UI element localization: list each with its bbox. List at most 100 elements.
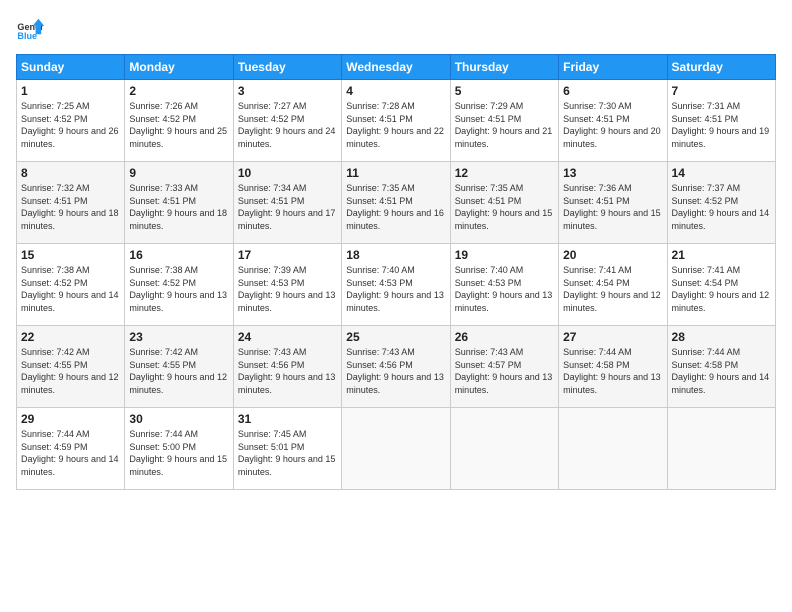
day-info: Sunrise: 7:26 AMSunset: 4:52 PMDaylight:… bbox=[129, 101, 227, 149]
day-header-friday: Friday bbox=[559, 55, 667, 80]
svg-text:Blue: Blue bbox=[17, 31, 37, 41]
day-cell: 26 Sunrise: 7:43 AMSunset: 4:57 PMDaylig… bbox=[450, 326, 558, 408]
day-info: Sunrise: 7:40 AMSunset: 4:53 PMDaylight:… bbox=[455, 265, 553, 313]
day-number: 22 bbox=[21, 330, 120, 344]
day-cell: 1 Sunrise: 7:25 AMSunset: 4:52 PMDayligh… bbox=[17, 80, 125, 162]
week-row-2: 8 Sunrise: 7:32 AMSunset: 4:51 PMDayligh… bbox=[17, 162, 776, 244]
day-info: Sunrise: 7:43 AMSunset: 4:56 PMDaylight:… bbox=[346, 347, 444, 395]
day-header-monday: Monday bbox=[125, 55, 233, 80]
day-number: 11 bbox=[346, 166, 445, 180]
day-cell bbox=[342, 408, 450, 490]
day-info: Sunrise: 7:36 AMSunset: 4:51 PMDaylight:… bbox=[563, 183, 661, 231]
day-info: Sunrise: 7:32 AMSunset: 4:51 PMDaylight:… bbox=[21, 183, 119, 231]
day-info: Sunrise: 7:42 AMSunset: 4:55 PMDaylight:… bbox=[129, 347, 227, 395]
day-info: Sunrise: 7:35 AMSunset: 4:51 PMDaylight:… bbox=[346, 183, 444, 231]
day-cell: 11 Sunrise: 7:35 AMSunset: 4:51 PMDaylig… bbox=[342, 162, 450, 244]
day-cell: 31 Sunrise: 7:45 AMSunset: 5:01 PMDaylig… bbox=[233, 408, 341, 490]
day-number: 1 bbox=[21, 84, 120, 98]
day-cell: 27 Sunrise: 7:44 AMSunset: 4:58 PMDaylig… bbox=[559, 326, 667, 408]
day-info: Sunrise: 7:44 AMSunset: 4:58 PMDaylight:… bbox=[563, 347, 661, 395]
day-cell: 17 Sunrise: 7:39 AMSunset: 4:53 PMDaylig… bbox=[233, 244, 341, 326]
day-number: 27 bbox=[563, 330, 662, 344]
day-cell: 18 Sunrise: 7:40 AMSunset: 4:53 PMDaylig… bbox=[342, 244, 450, 326]
day-info: Sunrise: 7:43 AMSunset: 4:56 PMDaylight:… bbox=[238, 347, 336, 395]
day-number: 28 bbox=[672, 330, 771, 344]
day-cell bbox=[450, 408, 558, 490]
day-number: 19 bbox=[455, 248, 554, 262]
day-number: 30 bbox=[129, 412, 228, 426]
day-info: Sunrise: 7:35 AMSunset: 4:51 PMDaylight:… bbox=[455, 183, 553, 231]
day-cell: 29 Sunrise: 7:44 AMSunset: 4:59 PMDaylig… bbox=[17, 408, 125, 490]
day-info: Sunrise: 7:31 AMSunset: 4:51 PMDaylight:… bbox=[672, 101, 770, 149]
day-header-wednesday: Wednesday bbox=[342, 55, 450, 80]
day-info: Sunrise: 7:39 AMSunset: 4:53 PMDaylight:… bbox=[238, 265, 336, 313]
day-info: Sunrise: 7:41 AMSunset: 4:54 PMDaylight:… bbox=[563, 265, 661, 313]
day-cell: 20 Sunrise: 7:41 AMSunset: 4:54 PMDaylig… bbox=[559, 244, 667, 326]
day-cell: 4 Sunrise: 7:28 AMSunset: 4:51 PMDayligh… bbox=[342, 80, 450, 162]
day-number: 23 bbox=[129, 330, 228, 344]
day-info: Sunrise: 7:44 AMSunset: 4:59 PMDaylight:… bbox=[21, 429, 119, 477]
day-number: 14 bbox=[672, 166, 771, 180]
day-header-saturday: Saturday bbox=[667, 55, 775, 80]
day-cell: 13 Sunrise: 7:36 AMSunset: 4:51 PMDaylig… bbox=[559, 162, 667, 244]
day-header-thursday: Thursday bbox=[450, 55, 558, 80]
day-number: 31 bbox=[238, 412, 337, 426]
day-cell: 30 Sunrise: 7:44 AMSunset: 5:00 PMDaylig… bbox=[125, 408, 233, 490]
day-info: Sunrise: 7:29 AMSunset: 4:51 PMDaylight:… bbox=[455, 101, 553, 149]
calendar-body: 1 Sunrise: 7:25 AMSunset: 4:52 PMDayligh… bbox=[17, 80, 776, 490]
day-info: Sunrise: 7:25 AMSunset: 4:52 PMDaylight:… bbox=[21, 101, 119, 149]
day-cell: 21 Sunrise: 7:41 AMSunset: 4:54 PMDaylig… bbox=[667, 244, 775, 326]
day-info: Sunrise: 7:44 AMSunset: 5:00 PMDaylight:… bbox=[129, 429, 227, 477]
day-number: 3 bbox=[238, 84, 337, 98]
day-cell: 19 Sunrise: 7:40 AMSunset: 4:53 PMDaylig… bbox=[450, 244, 558, 326]
day-cell: 5 Sunrise: 7:29 AMSunset: 4:51 PMDayligh… bbox=[450, 80, 558, 162]
day-info: Sunrise: 7:27 AMSunset: 4:52 PMDaylight:… bbox=[238, 101, 336, 149]
day-cell: 8 Sunrise: 7:32 AMSunset: 4:51 PMDayligh… bbox=[17, 162, 125, 244]
day-cell: 28 Sunrise: 7:44 AMSunset: 4:58 PMDaylig… bbox=[667, 326, 775, 408]
calendar-header-row: SundayMondayTuesdayWednesdayThursdayFrid… bbox=[17, 55, 776, 80]
logo-icon: General Blue bbox=[16, 16, 44, 44]
day-cell: 22 Sunrise: 7:42 AMSunset: 4:55 PMDaylig… bbox=[17, 326, 125, 408]
day-cell: 2 Sunrise: 7:26 AMSunset: 4:52 PMDayligh… bbox=[125, 80, 233, 162]
day-cell bbox=[667, 408, 775, 490]
day-number: 9 bbox=[129, 166, 228, 180]
day-cell: 24 Sunrise: 7:43 AMSunset: 4:56 PMDaylig… bbox=[233, 326, 341, 408]
day-number: 18 bbox=[346, 248, 445, 262]
day-number: 24 bbox=[238, 330, 337, 344]
day-info: Sunrise: 7:41 AMSunset: 4:54 PMDaylight:… bbox=[672, 265, 770, 313]
calendar: SundayMondayTuesdayWednesdayThursdayFrid… bbox=[16, 54, 776, 490]
day-info: Sunrise: 7:45 AMSunset: 5:01 PMDaylight:… bbox=[238, 429, 336, 477]
day-header-tuesday: Tuesday bbox=[233, 55, 341, 80]
day-cell: 23 Sunrise: 7:42 AMSunset: 4:55 PMDaylig… bbox=[125, 326, 233, 408]
day-cell: 10 Sunrise: 7:34 AMSunset: 4:51 PMDaylig… bbox=[233, 162, 341, 244]
day-info: Sunrise: 7:30 AMSunset: 4:51 PMDaylight:… bbox=[563, 101, 661, 149]
week-row-4: 22 Sunrise: 7:42 AMSunset: 4:55 PMDaylig… bbox=[17, 326, 776, 408]
day-info: Sunrise: 7:42 AMSunset: 4:55 PMDaylight:… bbox=[21, 347, 119, 395]
day-number: 29 bbox=[21, 412, 120, 426]
day-number: 8 bbox=[21, 166, 120, 180]
day-info: Sunrise: 7:40 AMSunset: 4:53 PMDaylight:… bbox=[346, 265, 444, 313]
day-header-sunday: Sunday bbox=[17, 55, 125, 80]
day-info: Sunrise: 7:38 AMSunset: 4:52 PMDaylight:… bbox=[129, 265, 227, 313]
day-cell: 9 Sunrise: 7:33 AMSunset: 4:51 PMDayligh… bbox=[125, 162, 233, 244]
day-number: 20 bbox=[563, 248, 662, 262]
day-number: 17 bbox=[238, 248, 337, 262]
day-cell: 25 Sunrise: 7:43 AMSunset: 4:56 PMDaylig… bbox=[342, 326, 450, 408]
day-info: Sunrise: 7:33 AMSunset: 4:51 PMDaylight:… bbox=[129, 183, 227, 231]
day-cell: 14 Sunrise: 7:37 AMSunset: 4:52 PMDaylig… bbox=[667, 162, 775, 244]
day-number: 16 bbox=[129, 248, 228, 262]
day-number: 10 bbox=[238, 166, 337, 180]
day-number: 13 bbox=[563, 166, 662, 180]
day-number: 4 bbox=[346, 84, 445, 98]
day-number: 21 bbox=[672, 248, 771, 262]
day-cell: 3 Sunrise: 7:27 AMSunset: 4:52 PMDayligh… bbox=[233, 80, 341, 162]
header: General Blue bbox=[16, 16, 776, 44]
day-number: 6 bbox=[563, 84, 662, 98]
day-number: 5 bbox=[455, 84, 554, 98]
day-cell: 16 Sunrise: 7:38 AMSunset: 4:52 PMDaylig… bbox=[125, 244, 233, 326]
week-row-1: 1 Sunrise: 7:25 AMSunset: 4:52 PMDayligh… bbox=[17, 80, 776, 162]
day-info: Sunrise: 7:34 AMSunset: 4:51 PMDaylight:… bbox=[238, 183, 336, 231]
day-number: 7 bbox=[672, 84, 771, 98]
day-cell: 6 Sunrise: 7:30 AMSunset: 4:51 PMDayligh… bbox=[559, 80, 667, 162]
day-info: Sunrise: 7:43 AMSunset: 4:57 PMDaylight:… bbox=[455, 347, 553, 395]
